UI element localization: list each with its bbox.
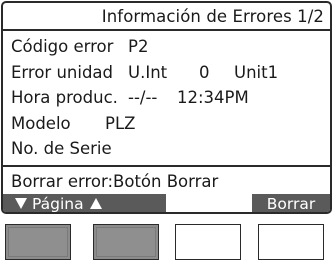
occurrence-clock: 12:34PM (177, 88, 249, 108)
error-code-value: P2 (128, 37, 149, 56)
page-nav-label: Página (32, 195, 84, 213)
model-label: Modelo (11, 113, 71, 133)
error-unit-label: Error unidad (11, 62, 114, 82)
error-code-row: Código error P2 (11, 34, 330, 60)
model-row: Modelo PLZ (11, 111, 330, 137)
error-info-panel: Código error P2 Error unidad U.Int 0 Uni… (3, 31, 330, 167)
clear-error-hint: Borrar error:Botón Borrar (11, 172, 219, 191)
page-title: Información de Errores 1/2 (3, 3, 330, 31)
error-unit-row: Error unidad U.Int 0 Unit1 (11, 60, 330, 86)
model-value: PLZ (105, 113, 136, 133)
lcd-screen: Información de Errores 1/2 Código error … (1, 1, 332, 214)
occurrence-time-label: Hora produc. (11, 88, 118, 108)
function-button-f4[interactable] (258, 224, 324, 260)
error-unit-number: 0 (199, 62, 210, 82)
occurrence-time-row: Hora produc. --/-- 12:34PM (11, 85, 330, 111)
function-button-f3[interactable] (175, 224, 241, 260)
function-button-f1[interactable] (5, 224, 71, 260)
occurrence-date: --/-- (128, 88, 158, 108)
serial-row: No. de Serie (11, 136, 330, 162)
clear-error-key[interactable]: Borrar (252, 194, 330, 212)
page-up-icon[interactable] (89, 197, 102, 209)
function-button-f2[interactable] (93, 224, 159, 260)
error-code-label: Código error (11, 37, 114, 56)
error-unit-name: Unit1 (234, 62, 279, 82)
serial-label: No. de Serie (11, 139, 112, 159)
error-unit-type: U.Int (128, 62, 168, 82)
page-down-icon[interactable] (15, 198, 27, 209)
page-nav-key[interactable]: Página (3, 194, 166, 213)
function-bar: Página Borrar (3, 194, 330, 213)
